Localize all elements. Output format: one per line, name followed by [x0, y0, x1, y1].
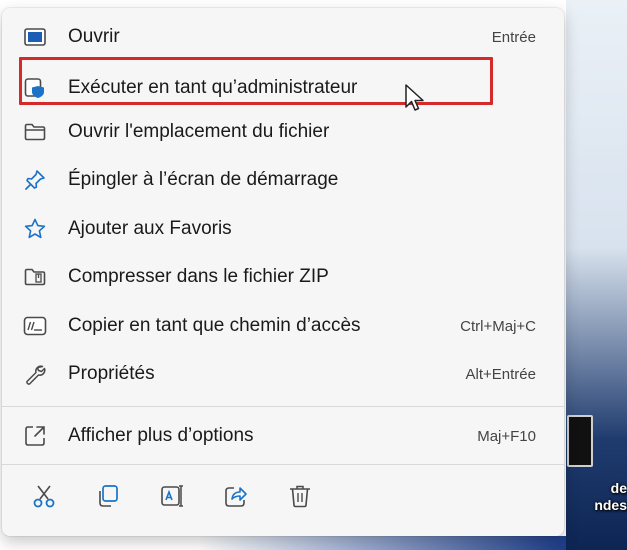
- pin-icon: [22, 167, 48, 193]
- menu-item-label: Ouvrir l'emplacement du fichier: [68, 121, 330, 142]
- menu-item-more-options[interactable]: Afficher plus d’options Maj+F10: [14, 416, 552, 456]
- menu-item-label: Ajouter aux Favoris: [68, 218, 232, 239]
- menu-item-label: Afficher plus d’options: [68, 425, 254, 446]
- menu-separator: [2, 406, 564, 407]
- menu-item-open[interactable]: Ouvrir Entrée: [14, 17, 552, 57]
- share-icon: [223, 483, 249, 514]
- more-options-icon: [22, 423, 48, 449]
- menu-item-shortcut: Ctrl+Maj+C: [460, 317, 536, 335]
- context-menu: Ouvrir Entrée Exécuter en tant qu’admini…: [2, 8, 564, 536]
- menu-item-shortcut: Maj+F10: [477, 427, 536, 445]
- menu-item-label: Compresser dans le fichier ZIP: [68, 266, 329, 287]
- copy-button[interactable]: [86, 476, 130, 520]
- menu-item-properties[interactable]: Propriétés Alt+Entrée: [14, 354, 552, 394]
- menu-item-label: Copier en tant que chemin d’accès: [68, 315, 361, 336]
- menu-item-copy-path[interactable]: Copier en tant que chemin d’accès Ctrl+M…: [14, 306, 552, 346]
- zip-folder-icon: [22, 264, 48, 290]
- cut-icon: [31, 483, 57, 514]
- menu-item-label: Épingler à l’écran de démarrage: [68, 169, 339, 190]
- menu-item-shortcut: Alt+Entrée: [465, 365, 536, 383]
- menu-item-label: Ouvrir: [68, 26, 120, 47]
- star-icon: [22, 216, 48, 242]
- menu-item-label: Propriétés: [68, 363, 155, 384]
- folder-icon: [22, 119, 48, 145]
- menu-item-add-favorites[interactable]: Ajouter aux Favoris: [14, 209, 552, 249]
- open-window-icon: [22, 24, 48, 50]
- delete-icon: [287, 483, 313, 514]
- wrench-icon: [22, 361, 48, 387]
- menu-item-shortcut: Entrée: [491, 28, 536, 46]
- desktop-shortcut-icon[interactable]: [567, 415, 593, 467]
- menu-item-compress-zip[interactable]: Compresser dans le fichier ZIP: [14, 257, 552, 297]
- desktop-background: [566, 0, 627, 550]
- taskbar-edge: [0, 536, 566, 550]
- delete-button[interactable]: [278, 476, 322, 520]
- mouse-cursor-icon: [405, 84, 424, 111]
- share-button[interactable]: [214, 476, 258, 520]
- menu-item-pin-start[interactable]: Épingler à l’écran de démarrage: [14, 160, 552, 200]
- copy-icon: [95, 483, 121, 514]
- menu-separator: [2, 464, 564, 465]
- rename-button[interactable]: [150, 476, 194, 520]
- desktop-shortcut-label: de ndes: [594, 480, 627, 513]
- menu-item-open-location[interactable]: Ouvrir l'emplacement du fichier: [14, 112, 552, 152]
- rename-icon: [159, 483, 185, 514]
- quick-actions-toolbar: [22, 476, 342, 520]
- cut-button[interactable]: [22, 476, 66, 520]
- copy-path-icon: [22, 313, 48, 339]
